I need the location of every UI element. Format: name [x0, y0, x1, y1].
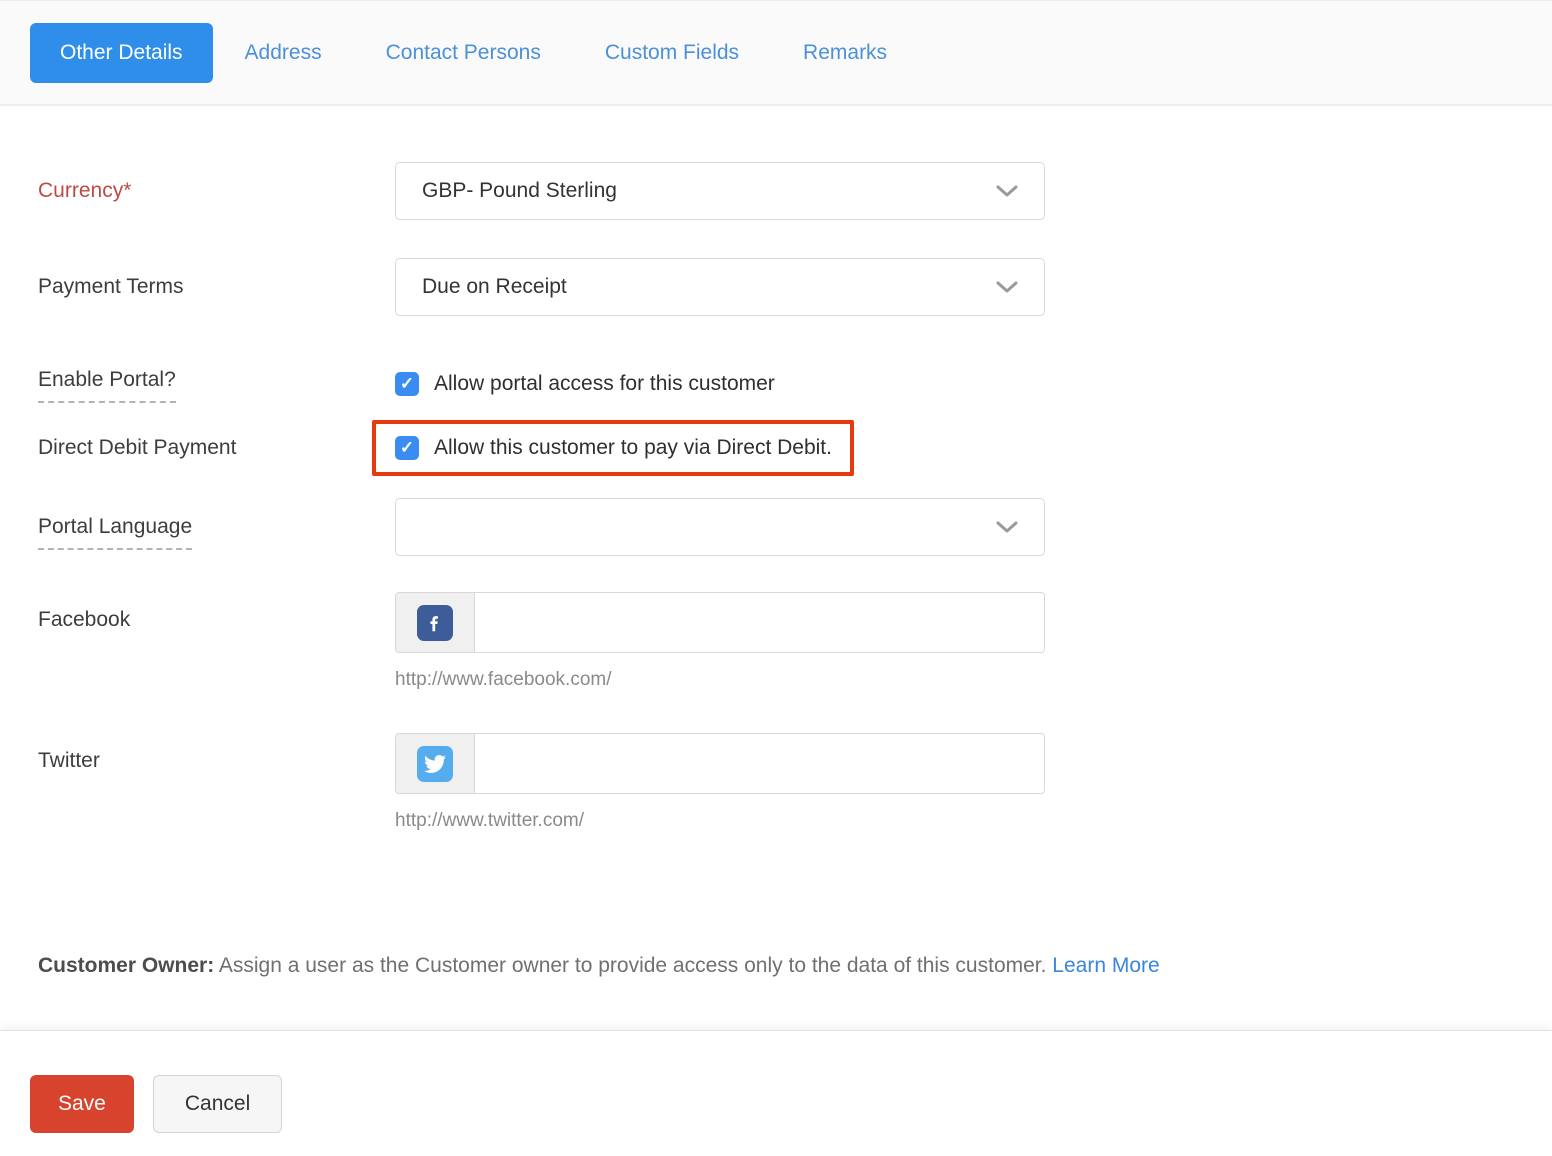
- customer-owner-note: Customer Owner: Assign a user as the Cus…: [38, 954, 1514, 978]
- facebook-label: Facebook: [38, 592, 395, 632]
- twitter-addon: [396, 734, 475, 793]
- twitter-icon: [417, 746, 453, 782]
- payment-terms-select[interactable]: Due on Receipt: [395, 258, 1045, 316]
- chevron-down-icon: [996, 280, 1018, 294]
- tab-remarks[interactable]: Remarks: [771, 23, 919, 83]
- currency-row: Currency* GBP- Pound Sterling: [38, 162, 1514, 220]
- facebook-icon: [417, 605, 453, 641]
- direct-debit-checkbox[interactable]: ✓: [395, 436, 419, 460]
- facebook-url-hint: http://www.facebook.com/: [395, 669, 1045, 691]
- currency-select[interactable]: GBP- Pound Sterling: [395, 162, 1045, 220]
- form-content: Currency* GBP- Pound Sterling Payment Te…: [0, 162, 1552, 978]
- customer-owner-note-title: Customer Owner:: [38, 954, 214, 977]
- learn-more-link[interactable]: Learn More: [1052, 954, 1159, 977]
- facebook-row: Facebook http://www.facebook.com/: [38, 592, 1514, 691]
- direct-debit-checkbox-label: Allow this customer to pay via Direct De…: [434, 436, 832, 460]
- direct-debit-row: Direct Debit Payment ✓ Allow this custom…: [38, 420, 1514, 476]
- tab-custom-fields[interactable]: Custom Fields: [573, 23, 771, 83]
- payment-terms-label: Payment Terms: [38, 275, 395, 299]
- payment-terms-row: Payment Terms Due on Receipt: [38, 258, 1514, 316]
- facebook-input[interactable]: [475, 593, 1044, 652]
- facebook-addon: [396, 593, 475, 652]
- direct-debit-highlight-box: ✓ Allow this customer to pay via Direct …: [372, 420, 854, 476]
- chevron-down-icon: [996, 520, 1018, 534]
- portal-language-select[interactable]: [395, 498, 1045, 556]
- twitter-row: Twitter http://www.twitter.com/: [38, 733, 1514, 832]
- twitter-label: Twitter: [38, 733, 395, 773]
- portal-language-label: Portal Language: [38, 515, 395, 539]
- tab-address[interactable]: Address: [213, 23, 354, 83]
- cancel-button[interactable]: Cancel: [153, 1075, 282, 1133]
- tab-bar: Other Details Address Contact Persons Cu…: [0, 0, 1552, 106]
- chevron-down-icon: [996, 184, 1018, 198]
- currency-label: Currency*: [38, 179, 395, 203]
- twitter-input[interactable]: [475, 734, 1044, 793]
- customer-owner-note-text: Assign a user as the Customer owner to p…: [214, 954, 1052, 977]
- portal-language-row: Portal Language: [38, 498, 1514, 556]
- save-button[interactable]: Save: [30, 1075, 134, 1133]
- tab-contact-persons[interactable]: Contact Persons: [354, 23, 573, 83]
- twitter-url-hint: http://www.twitter.com/: [395, 810, 1045, 832]
- direct-debit-label: Direct Debit Payment: [38, 436, 395, 460]
- required-asterisk: *: [123, 179, 131, 202]
- enable-portal-row: Enable Portal? ✓ Allow portal access for…: [38, 368, 1514, 396]
- tab-other-details[interactable]: Other Details: [30, 23, 213, 83]
- currency-selected-value: GBP- Pound Sterling: [422, 179, 617, 203]
- enable-portal-checkbox[interactable]: ✓: [395, 372, 419, 396]
- payment-terms-selected-value: Due on Receipt: [422, 275, 567, 299]
- form-footer: Save Cancel: [0, 1030, 1552, 1144]
- enable-portal-label: Enable Portal?: [38, 368, 395, 392]
- enable-portal-checkbox-label: Allow portal access for this customer: [434, 372, 775, 396]
